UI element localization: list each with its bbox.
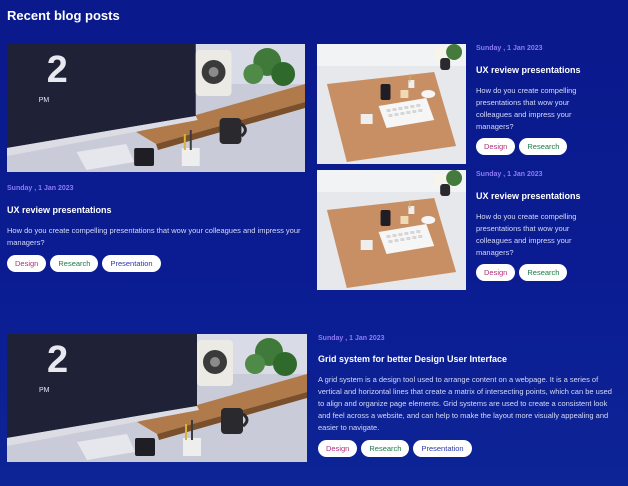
- post-title[interactable]: UX review presentations: [476, 65, 581, 75]
- desk-photo-image: [7, 44, 305, 172]
- post-title[interactable]: UX review presentations: [476, 191, 581, 201]
- tag-design[interactable]: Design: [7, 255, 47, 272]
- section-title: Recent blog posts: [7, 8, 120, 23]
- tag-research[interactable]: Research: [519, 264, 568, 281]
- post-description: How do you create compelling presentatio…: [7, 226, 301, 247]
- post-date: Sunday , 1 Jan 2023: [476, 171, 543, 178]
- desk-photo-image: [317, 44, 466, 164]
- tag-design[interactable]: Design: [476, 264, 516, 281]
- post-thumbnail[interactable]: [7, 334, 307, 462]
- tag-presentation[interactable]: Presentation: [413, 440, 472, 457]
- post-thumbnail[interactable]: [317, 44, 466, 164]
- post-title[interactable]: UX review presentations: [7, 205, 112, 215]
- post-tags: Design Research: [476, 264, 568, 281]
- post-thumbnail[interactable]: [7, 44, 305, 172]
- post-date: Sunday , 1 Jan 2023: [476, 45, 543, 52]
- post-tags: Design Research: [476, 138, 568, 155]
- post-title[interactable]: Grid system for better Design User Inter…: [318, 354, 507, 364]
- post-date: Sunday , 1 Jan 2023: [7, 185, 74, 192]
- tag-design[interactable]: Design: [476, 138, 516, 155]
- post-tags: Design Research Presentation: [318, 440, 472, 457]
- tag-presentation[interactable]: Presentation: [102, 255, 161, 272]
- tag-research[interactable]: Research: [50, 255, 99, 272]
- post-description: A grid system is a design tool used to a…: [318, 375, 612, 432]
- post-description: How do you create compelling presentatio…: [476, 86, 577, 131]
- post-tags: Design Research Presentation: [7, 255, 161, 272]
- post-date: Sunday , 1 Jan 2023: [318, 335, 385, 342]
- desk-photo-image: [7, 334, 307, 462]
- tag-research[interactable]: Research: [519, 138, 568, 155]
- tag-research[interactable]: Research: [361, 440, 410, 457]
- tag-design[interactable]: Design: [318, 440, 358, 457]
- post-description: How do you create compelling presentatio…: [476, 212, 577, 257]
- desk-photo-image: [317, 170, 466, 290]
- post-thumbnail[interactable]: [317, 170, 466, 290]
